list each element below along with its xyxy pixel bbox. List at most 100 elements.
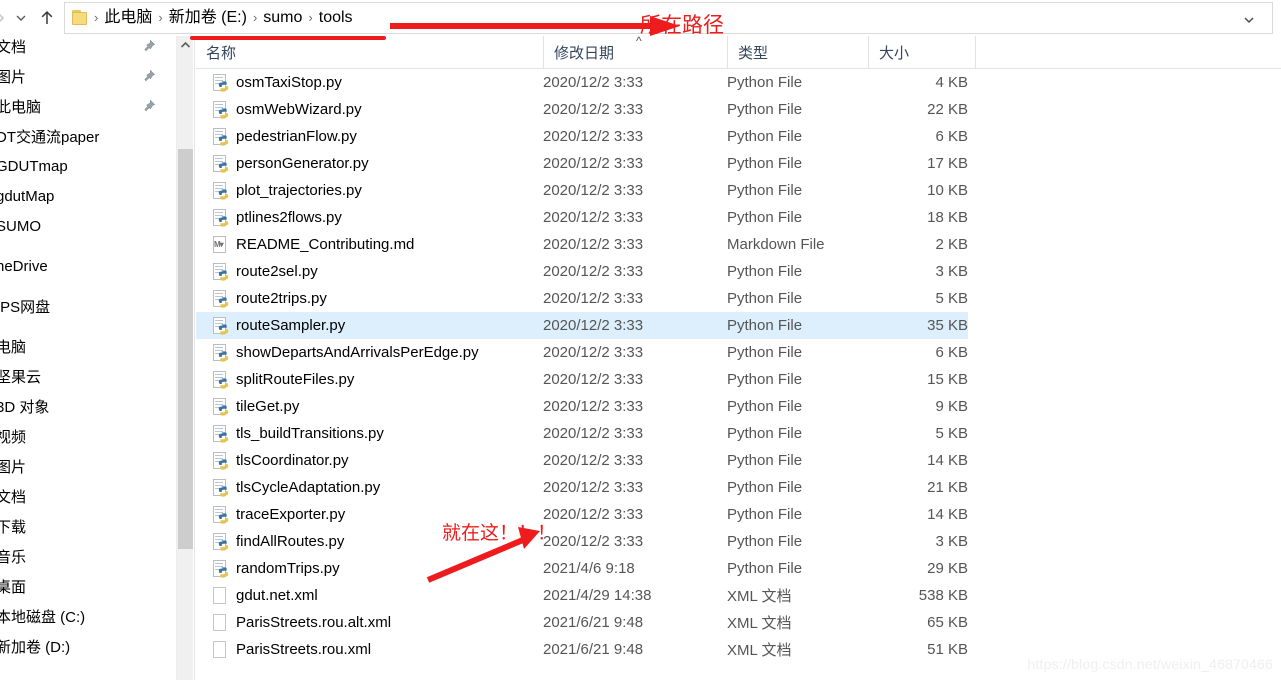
column-header-label: 大小	[879, 42, 909, 63]
column-header-type[interactable]: 类型	[727, 36, 868, 68]
breadcrumb-separator: ›	[307, 10, 313, 25]
up-button[interactable]	[34, 3, 60, 33]
table-row[interactable]: ParisStreets.rou.alt.xml2021/6/21 9:48XM…	[196, 609, 1281, 636]
file-name-cell: personGenerator.py	[212, 155, 369, 173]
breadcrumb-item-1[interactable]: 新加卷 (E:)	[164, 6, 252, 30]
sidebar-item-16[interactable]: 音乐	[0, 541, 166, 571]
table-row[interactable]: tileGet.py2020/12/2 3:33Python File9 KB	[196, 393, 1281, 420]
file-type-cell: Python File	[727, 128, 802, 145]
sidebar-item-4[interactable]: GDUTmap	[0, 151, 166, 181]
sidebar-item-7[interactable]: neDrive	[0, 251, 166, 281]
sidebar-item-18[interactable]: 本地磁盘 (C:)	[0, 601, 166, 631]
file-size-cell: 538 KB	[816, 587, 968, 604]
table-row[interactable]: tlsCoordinator.py2020/12/2 3:33Python Fi…	[196, 447, 1281, 474]
table-row[interactable]: pedestrianFlow.py2020/12/2 3:33Python Fi…	[196, 123, 1281, 150]
breadcrumb-item-3[interactable]: tools	[314, 6, 358, 30]
file-type-cell: Python File	[727, 209, 802, 226]
sidebar-item-8[interactable]: /PS网盘	[0, 291, 166, 321]
table-row[interactable]: M▾README_Contributing.md2020/12/2 3:33Ma…	[196, 231, 1281, 258]
file-name-cell: showDepartsAndArrivalsPerEdge.py	[212, 344, 479, 362]
file-date-cell: 2020/12/2 3:33	[543, 398, 643, 415]
python-file-icon	[212, 452, 228, 470]
pin-icon	[142, 69, 156, 83]
table-row[interactable]: osmTaxiStop.py2020/12/2 3:33Python File4…	[196, 69, 1281, 96]
column-header-date[interactable]: 修改日期 ^	[543, 36, 727, 68]
file-type-cell: XML 文档	[727, 612, 791, 633]
breadcrumb: › 此电脑 › 新加卷 (E:) › sumo › tools	[65, 6, 358, 30]
file-date-cell: 2020/12/2 3:33	[543, 101, 643, 118]
table-row[interactable]: traceExporter.py2020/12/2 3:33Python Fil…	[196, 501, 1281, 528]
table-row[interactable]: plot_trajectories.py2020/12/2 3:33Python…	[196, 177, 1281, 204]
table-row[interactable]: splitRouteFiles.py2020/12/2 3:33Python F…	[196, 366, 1281, 393]
file-name-label: tlsCycleAdaptation.py	[236, 479, 380, 496]
file-name-label: README_Contributing.md	[236, 236, 414, 253]
file-size-cell: 4 KB	[816, 74, 968, 91]
sidebar-item-label: GDUTmap	[0, 158, 68, 175]
python-file-icon	[212, 371, 228, 389]
table-row[interactable]: randomTrips.py2021/4/6 9:18Python File29…	[196, 555, 1281, 582]
breadcrumb-item-0[interactable]: 此电脑	[99, 6, 157, 30]
table-row[interactable]: tls_buildTransitions.py2020/12/2 3:33Pyt…	[196, 420, 1281, 447]
sidebar-item-12[interactable]: 视频	[0, 421, 166, 451]
forward-button[interactable]	[0, 3, 8, 33]
sidebar-item-9[interactable]: 电脑	[0, 331, 166, 361]
file-size-cell: 29 KB	[816, 560, 968, 577]
sidebar-item-19[interactable]: 新加卷 (D:)	[0, 631, 166, 661]
file-type-cell: Python File	[727, 398, 802, 415]
table-row[interactable]: tlsCycleAdaptation.py2020/12/2 3:33Pytho…	[196, 474, 1281, 501]
back-arrow-icon	[0, 11, 6, 25]
file-name-label: route2sel.py	[236, 263, 318, 280]
sidebar-item-label: 电脑	[0, 336, 26, 357]
table-row[interactable]: routeSampler.py2020/12/2 3:33Python File…	[196, 312, 968, 339]
breadcrumb-item-2[interactable]: sumo	[258, 6, 307, 30]
table-row[interactable]: gdut.net.xml2021/4/29 14:38XML 文档538 KB	[196, 582, 1281, 609]
python-file-icon	[212, 479, 228, 497]
file-type-cell: Python File	[727, 425, 802, 442]
sidebar-item-1[interactable]: 图片	[0, 61, 166, 91]
sidebar-item-label: 图片	[0, 66, 26, 87]
file-size-cell: 35 KB	[816, 317, 968, 334]
table-row[interactable]: findAllRoutes.py2020/12/2 3:33Python Fil…	[196, 528, 1281, 555]
navigation-sidebar[interactable]: 文档图片此电脑DT交通流paperGDUTmapgdutMapSUMOneDri…	[0, 36, 166, 680]
file-name-label: pedestrianFlow.py	[236, 128, 357, 145]
column-header-size[interactable]: 大小	[868, 36, 975, 68]
sidebar-item-10[interactable]: 坚果云	[0, 361, 166, 391]
sidebar-item-15[interactable]: 下载	[0, 511, 166, 541]
file-name-cell: M▾README_Contributing.md	[212, 236, 414, 254]
file-type-cell: Python File	[727, 101, 802, 118]
file-name-cell: routeSampler.py	[212, 317, 345, 335]
address-dropdown-button[interactable]	[1242, 13, 1256, 31]
sidebar-item-11[interactable]: 3D 对象	[0, 391, 166, 421]
table-row[interactable]: route2trips.py2020/12/2 3:33Python File5…	[196, 285, 1281, 312]
sidebar-item-5[interactable]: gdutMap	[0, 181, 166, 211]
sidebar-item-label: SUMO	[0, 218, 41, 235]
column-header-name[interactable]: 名称	[196, 36, 543, 68]
sidebar-item-6[interactable]: SUMO	[0, 211, 166, 241]
sidebar-scrollbar[interactable]	[176, 36, 193, 680]
sidebar-item-17[interactable]: 桌面	[0, 571, 166, 601]
sidebar-item-3[interactable]: DT交通流paper	[0, 121, 166, 151]
table-row[interactable]: showDepartsAndArrivalsPerEdge.py2020/12/…	[196, 339, 1281, 366]
sidebar-item-13[interactable]: 图片	[0, 451, 166, 481]
sidebar-item-label: 图片	[0, 456, 26, 477]
sidebar-item-14[interactable]: 文档	[0, 481, 166, 511]
file-type-cell: Python File	[727, 74, 802, 91]
sidebar-item-label: 新加卷 (D:)	[0, 636, 70, 657]
file-size-cell: 18 KB	[816, 209, 968, 226]
sidebar-item-label: /PS网盘	[0, 296, 50, 317]
sidebar-item-2[interactable]: 此电脑	[0, 91, 166, 121]
table-row[interactable]: osmWebWizard.py2020/12/2 3:33Python File…	[196, 96, 1281, 123]
scrollbar-thumb[interactable]	[178, 149, 193, 549]
file-name-label: tileGet.py	[236, 398, 299, 415]
file-name-label: tls_buildTransitions.py	[236, 425, 384, 442]
recent-locations-button[interactable]	[8, 3, 34, 33]
file-date-cell: 2020/12/2 3:33	[543, 452, 643, 469]
table-row[interactable]: ptlines2flows.py2020/12/2 3:33Python Fil…	[196, 204, 1281, 231]
file-size-cell: 5 KB	[816, 425, 968, 442]
file-name-cell: tls_buildTransitions.py	[212, 425, 384, 443]
table-row[interactable]: route2sel.py2020/12/2 3:33Python File3 K…	[196, 258, 1281, 285]
file-date-cell: 2020/12/2 3:33	[543, 155, 643, 172]
file-name-cell: ParisStreets.rou.xml	[212, 641, 371, 659]
table-row[interactable]: personGenerator.py2020/12/2 3:33Python F…	[196, 150, 1281, 177]
sidebar-item-0[interactable]: 文档	[0, 36, 166, 61]
